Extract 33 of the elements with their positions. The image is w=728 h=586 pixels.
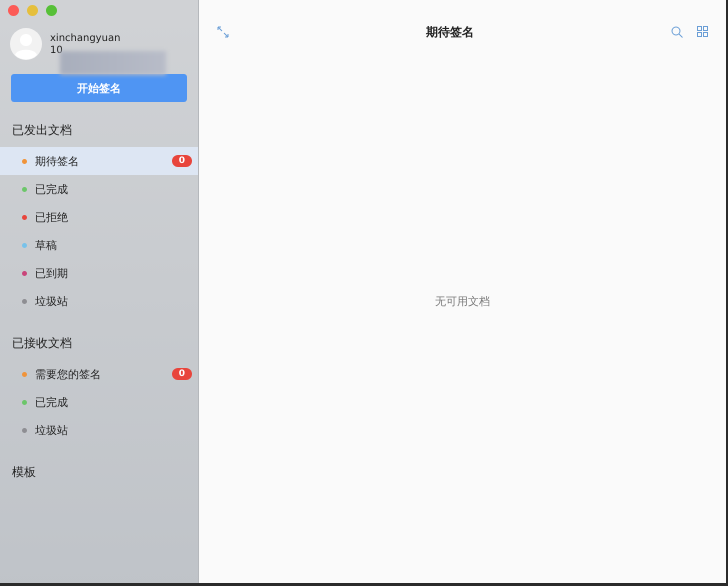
section-heading: 已接收文档 — [11, 335, 73, 352]
item-label: 草稿 — [35, 238, 58, 252]
zoom-button[interactable] — [46, 5, 57, 16]
item-label: 需要您的签名 — [35, 366, 102, 382]
sidebar-item[interactable]: 已到期 — [0, 259, 198, 287]
section-heading: 模板 — [11, 464, 37, 481]
sidebar-item[interactable]: 草稿 — [0, 231, 198, 259]
sidebar-item[interactable]: 垃圾站 — [0, 416, 198, 444]
sidebar-item[interactable]: 需要您的签名 0 — [0, 360, 198, 388]
count-badge: 0 — [172, 368, 192, 380]
sidebar-item[interactable]: 已完成 — [0, 175, 198, 203]
item-label: 垃圾站 — [35, 294, 69, 308]
grid-icon[interactable] — [697, 26, 708, 37]
account-number: 10 — [50, 44, 64, 56]
sidebar-item[interactable]: 期待签名 0 — [0, 147, 198, 175]
item-label: 已完成 — [35, 182, 69, 196]
sidebar-item[interactable]: 已完成 — [0, 388, 198, 416]
user-name: xinchangyuan — [50, 32, 120, 44]
page-title: 期待签名 — [426, 24, 474, 40]
empty-message: 无可用文档 — [435, 294, 490, 309]
expand-icon[interactable] — [217, 26, 229, 38]
item-label: 期待签名 — [35, 154, 80, 168]
sidebar-item[interactable]: 已拒绝 — [0, 203, 198, 231]
search-icon[interactable] — [671, 26, 683, 38]
close-button[interactable] — [8, 5, 19, 16]
item-label: 已完成 — [35, 394, 69, 410]
avatar-icon — [10, 28, 42, 60]
item-label: 已拒绝 — [35, 210, 69, 224]
count-badge: 0 — [172, 155, 192, 167]
item-label: 已到期 — [35, 266, 69, 280]
item-label: 垃圾站 — [35, 422, 69, 438]
section-heading: 已发出文档 — [11, 122, 73, 139]
sidebar-item[interactable]: 垃圾站 — [0, 287, 198, 315]
